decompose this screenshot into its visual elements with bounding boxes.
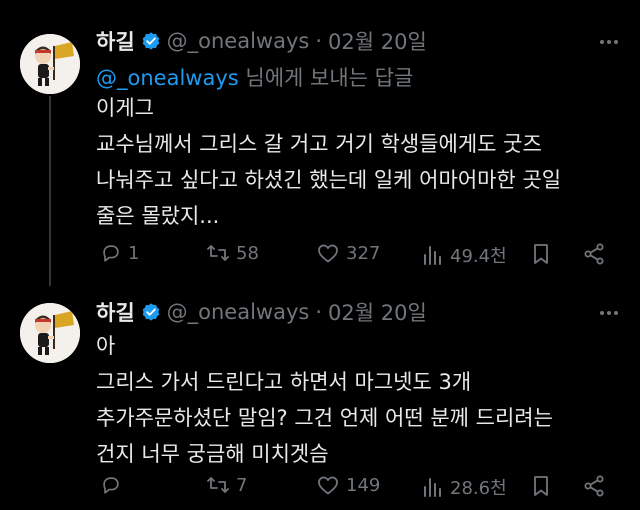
tweet-date[interactable]: 02월 20일	[328, 297, 427, 327]
views-button[interactable]: 49.4천	[422, 242, 507, 268]
action-bar: 1 58 327 49.4천	[100, 242, 610, 272]
views-count: 28.6천	[450, 478, 507, 499]
thread-line	[49, 96, 51, 286]
repost-icon	[206, 474, 230, 496]
reply-icon	[100, 242, 122, 264]
repost-button[interactable]: 58	[206, 242, 259, 264]
tweet-header: 하길 @_onealways · 02월 20일	[96, 26, 427, 56]
bookmark-icon[interactable]	[530, 242, 552, 266]
verified-badge-icon	[141, 31, 161, 51]
bookmark-icon[interactable]	[530, 474, 552, 498]
like-count: 149	[346, 474, 381, 496]
tweet-text: 아 그리스 가서 드린다고 하면서 마그넷도 3개 추가주문하셨단 말임? 그건…	[96, 334, 553, 466]
repost-count: 7	[236, 474, 248, 496]
reply-to-line: @_onealways 님에게 보내는 답글	[96, 62, 413, 92]
reply-button[interactable]: 1	[100, 242, 139, 264]
tweet-2[interactable]: 하길 @_onealways · 02월 20일 아 그리스 가서 드린다고 하…	[0, 290, 640, 510]
avatar[interactable]	[20, 303, 80, 363]
author-name[interactable]: 하길	[96, 297, 135, 327]
tweet-header: 하길 @_onealways · 02월 20일	[96, 297, 427, 327]
share-icon[interactable]	[582, 474, 606, 498]
reply-icon	[100, 474, 122, 496]
repost-button[interactable]: 7	[206, 474, 247, 496]
like-button[interactable]: 327	[316, 242, 380, 264]
like-icon	[316, 474, 340, 496]
views-icon	[422, 476, 444, 498]
tweet-text: 이게그 교수님께서 그리스 갈 거고 거기 학생들에게도 굿즈 나눠주고 싶다고…	[96, 96, 562, 228]
more-icon[interactable]	[600, 311, 618, 315]
share-icon[interactable]	[582, 242, 606, 266]
verified-badge-icon	[141, 302, 161, 322]
action-bar: 7 149 28.6천	[100, 474, 610, 504]
views-count: 49.4천	[450, 246, 507, 267]
author-name[interactable]: 하길	[96, 26, 135, 56]
reply-mention[interactable]: @_onealways	[96, 66, 239, 90]
separator: ·	[315, 300, 323, 324]
author-handle[interactable]: @_onealways	[167, 29, 310, 53]
views-button[interactable]: 28.6천	[422, 474, 507, 500]
more-icon[interactable]	[600, 40, 618, 44]
repost-icon	[206, 242, 230, 264]
tweet-date[interactable]: 02월 20일	[328, 26, 427, 56]
avatar[interactable]	[20, 34, 80, 94]
reply-count: 1	[128, 242, 140, 264]
like-count: 327	[346, 242, 381, 264]
reply-button[interactable]	[100, 474, 128, 496]
separator: ·	[315, 29, 323, 53]
tweet-1[interactable]: 하길 @_onealways · 02월 20일 @_onealways 님에게…	[0, 0, 640, 290]
author-handle[interactable]: @_onealways	[167, 300, 310, 324]
views-icon	[422, 244, 444, 266]
like-button[interactable]: 149	[316, 474, 380, 496]
reply-suffix: 님에게 보내는 답글	[238, 66, 414, 90]
repost-count: 58	[236, 242, 259, 264]
like-icon	[316, 242, 340, 264]
